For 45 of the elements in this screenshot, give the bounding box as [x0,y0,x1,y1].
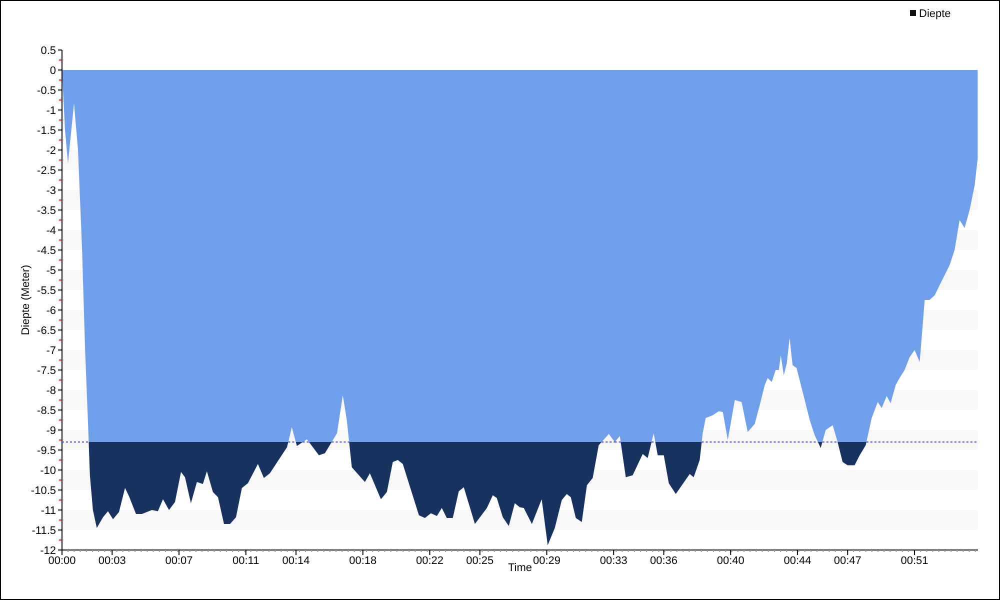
axis-tick-label: -8.5 [37,405,56,417]
axis-tick-label: -8 [46,385,56,397]
axis-tick-label: 0 [50,65,56,77]
axis-tick-label: 0.5 [40,45,56,57]
axis-tick-label: -9 [46,425,56,437]
axis-tick-label: -11 [40,505,56,517]
axis-tick-label: -7 [46,345,56,357]
axis-tick-label: -1 [46,105,56,117]
axis-tick-label: -10.5 [30,485,56,497]
axis-tick-label: 00:14 [282,555,310,567]
axis-tick-label: -5.5 [37,285,56,297]
axis-tick-label: -10 [40,465,56,477]
axis-tick-label: -6.5 [37,325,56,337]
axis-tick-label: 00:33 [600,555,628,567]
axis-tick-label: 00:03 [98,555,126,567]
axis-tick-label: -7.5 [37,365,56,377]
legend-label: Diepte [919,8,951,20]
axis-tick-label: 00:40 [716,555,744,567]
axis-tick-label: 00:51 [900,555,928,567]
axis-tick-label: -0.5 [37,85,56,97]
axis-title: Time [508,562,532,574]
axis-tick-label: 00:22 [416,555,444,567]
axis-tick-label: -3.5 [37,205,56,217]
axis-tick-label: -12 [40,545,56,557]
axis-tick-label: -9.5 [37,445,56,457]
axis-tick-label: -4 [46,225,56,237]
axis-tick-label: 00:36 [650,555,678,567]
axis-tick-label: -3 [46,185,56,197]
axis-tick-label: 00:00 [48,555,76,567]
axis-tick-label: 00:07 [165,555,193,567]
axis-tick-label: 00:44 [784,555,812,567]
axis-tick-label: -2.5 [37,165,56,177]
legend-swatch-icon [910,10,916,16]
axis-tick-label: 00:11 [232,555,260,567]
axis-tick-label: -11.5 [32,525,56,537]
axis-tick-label: -1.5 [37,125,56,137]
axis-tick-label: -5 [46,265,56,277]
axis-tick-label: 00:47 [834,555,862,567]
axis-tick-label: -6 [46,305,56,317]
axis-title: Diepte (Meter) [20,264,32,336]
axis-tick-label: 00:18 [349,555,377,567]
axis-tick-label: 00:25 [466,555,494,567]
axis-tick-label: -4.5 [37,245,56,257]
axis-tick-label: -2 [46,145,56,157]
axis-tick-label: 00:29 [532,555,560,567]
